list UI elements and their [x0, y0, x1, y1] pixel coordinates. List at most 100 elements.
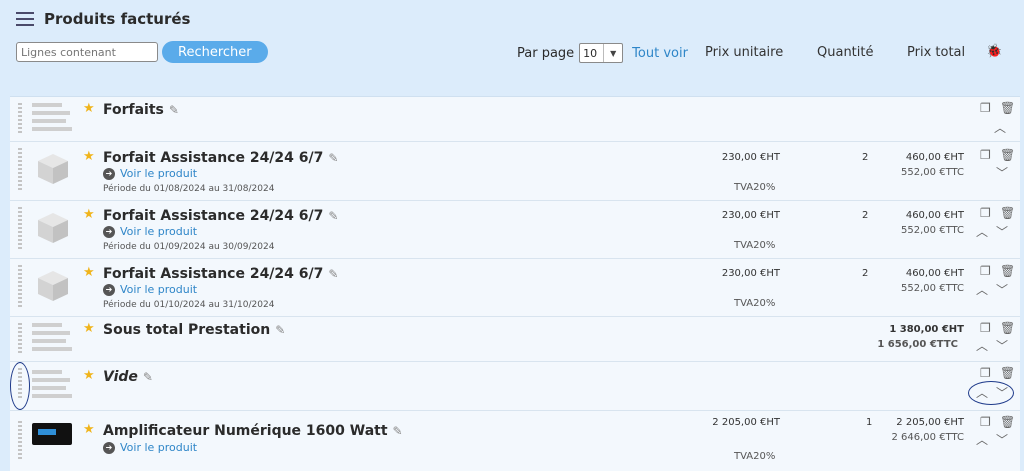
- period-text: Période du 01/08/2024 au 31/08/2024: [103, 184, 275, 194]
- tva-label: TVA20%: [734, 240, 776, 251]
- pencil-icon[interactable]: ✎: [275, 323, 285, 337]
- pencil-icon[interactable]: ✎: [393, 424, 403, 438]
- view-product-link[interactable]: ➔ Voir le produit: [103, 283, 197, 296]
- pencil-icon[interactable]: ✎: [169, 103, 179, 117]
- per-page-label: Par page: [517, 45, 575, 61]
- quantity[interactable]: 2: [862, 152, 868, 163]
- quantity[interactable]: 2: [862, 268, 868, 279]
- trash-icon[interactable]: 🗑: [1000, 206, 1015, 220]
- column-quantity[interactable]: Quantité: [817, 45, 873, 60]
- unit-price: 2 205,00 €HT: [712, 417, 780, 428]
- list-icon: [16, 12, 34, 26]
- chevron-down-icon[interactable]: ﹀: [996, 431, 1008, 448]
- view-product-link[interactable]: ➔ Voir le produit: [103, 225, 197, 238]
- table-row: ★ Forfait Assistance 24/24 6/7 ✎ ➔ Voir le…: [10, 201, 1020, 259]
- arrow-right-circle-icon: ➔: [103, 283, 115, 296]
- row-name[interactable]: Amplificateur Numérique 1600 Watt ✎: [103, 423, 403, 439]
- star-icon[interactable]: ★: [83, 321, 95, 336]
- star-icon[interactable]: ★: [83, 368, 95, 383]
- star-icon[interactable]: ★: [83, 101, 95, 116]
- star-icon[interactable]: ★: [83, 422, 95, 437]
- trash-icon[interactable]: 🗑: [1000, 264, 1015, 278]
- total-ttc: 1 656,00 €TTC: [877, 339, 958, 350]
- copy-icon[interactable]: ❐: [980, 366, 991, 380]
- table-row: ★ Amplificateur Numérique 1600 Watt ✎ ➔ Vo…: [10, 411, 1020, 469]
- see-all-link[interactable]: Tout voir: [632, 46, 688, 61]
- section-title-row: Produits facturés: [16, 10, 190, 28]
- pencil-icon[interactable]: ✎: [328, 209, 338, 223]
- drag-handle-highlight: [10, 362, 30, 410]
- copy-icon[interactable]: ❐: [980, 206, 991, 220]
- table-row: ★ Vide ✎ ❐ 🗑 ︿ ﹀: [10, 362, 1020, 411]
- total-ttc: 552,00 €TTC: [901, 283, 964, 294]
- unit-price: 230,00 €HT: [721, 210, 780, 221]
- copy-icon[interactable]: ❐: [980, 101, 991, 115]
- trash-icon[interactable]: 🗑: [1000, 415, 1015, 429]
- title-line-icon: [32, 103, 72, 135]
- pencil-icon[interactable]: ✎: [143, 370, 153, 384]
- chevron-up-icon[interactable]: ︿: [976, 281, 988, 298]
- empty-line-icon: [32, 370, 72, 402]
- tva-label: TVA20%: [734, 451, 776, 462]
- chevron-up-icon[interactable]: ︿: [976, 431, 988, 448]
- row-name[interactable]: Vide ✎: [103, 369, 153, 385]
- quantity[interactable]: 2: [862, 210, 868, 221]
- drag-handle[interactable]: [18, 265, 22, 309]
- total-ht: 460,00 €HT: [905, 152, 964, 163]
- drag-handle[interactable]: [18, 207, 22, 251]
- per-page-value: 10: [583, 46, 598, 60]
- chevron-up-icon[interactable]: ︿: [976, 223, 988, 240]
- search-input[interactable]: [16, 42, 158, 62]
- period-text: Période du 01/09/2024 au 30/09/2024: [103, 242, 275, 252]
- copy-icon[interactable]: ❐: [980, 148, 991, 162]
- trash-icon[interactable]: 🗑: [1000, 101, 1015, 115]
- star-icon[interactable]: ★: [83, 207, 95, 222]
- drag-handle[interactable]: [18, 148, 22, 192]
- row-name[interactable]: Sous total Prestation ✎: [103, 322, 285, 338]
- total-ht: 1 380,00 €HT: [889, 324, 964, 335]
- chevron-up-icon[interactable]: ︿: [994, 119, 1006, 136]
- chevron-down-icon[interactable]: ﹀: [996, 337, 1008, 354]
- star-icon[interactable]: ★: [83, 149, 95, 164]
- per-page-select[interactable]: 10 ▼: [579, 43, 624, 63]
- view-product-link[interactable]: ➔ Voir le produit: [103, 167, 197, 180]
- drag-handle[interactable]: [18, 421, 22, 461]
- bug-icon[interactable]: 🐞: [986, 44, 1002, 59]
- total-ht: 460,00 €HT: [905, 210, 964, 221]
- search-button[interactable]: Rechercher: [162, 41, 268, 63]
- trash-icon[interactable]: 🗑: [1000, 366, 1015, 380]
- arrow-right-circle-icon: ➔: [103, 167, 115, 180]
- invoice-lines: ★ Forfaits ✎ ❐ 🗑 ︿ ★ Forfait Assistance 2…: [10, 96, 1020, 471]
- tva-label: TVA20%: [734, 298, 776, 309]
- row-name[interactable]: Forfait Assistance 24/24 6/7 ✎: [103, 266, 338, 282]
- row-name[interactable]: Forfaits ✎: [103, 102, 179, 118]
- product-cube-icon: [38, 271, 68, 301]
- chevron-up-icon[interactable]: ︿: [976, 337, 988, 354]
- product-cube-icon: [38, 213, 68, 243]
- table-row: ★ Forfait Assistance 24/24 6/7 ✎ ➔ Voir le…: [10, 259, 1020, 317]
- copy-icon[interactable]: ❐: [980, 415, 991, 429]
- drag-handle[interactable]: [18, 323, 22, 355]
- pencil-icon[interactable]: ✎: [328, 151, 338, 165]
- chevron-down-icon[interactable]: ﹀: [996, 281, 1008, 298]
- trash-icon[interactable]: 🗑: [1000, 148, 1015, 162]
- chevron-down-icon[interactable]: ﹀: [996, 164, 1008, 181]
- drag-handle[interactable]: [18, 103, 22, 135]
- trash-icon[interactable]: 🗑: [1000, 321, 1015, 335]
- pencil-icon[interactable]: ✎: [328, 267, 338, 281]
- quantity[interactable]: 1: [866, 417, 872, 428]
- total-ttc: 552,00 €TTC: [901, 225, 964, 236]
- table-row: ★ Sous total Prestation ✎ 1 380,00 €HT 1 …: [10, 317, 1020, 362]
- view-product-link[interactable]: ➔ Voir le produit: [103, 441, 197, 454]
- row-name[interactable]: Forfait Assistance 24/24 6/7 ✎: [103, 208, 338, 224]
- copy-icon[interactable]: ❐: [980, 321, 991, 335]
- product-cube-icon: [38, 154, 68, 184]
- chevron-down-icon[interactable]: ﹀: [996, 223, 1008, 240]
- search-bar: Rechercher: [16, 41, 268, 63]
- row-name[interactable]: Forfait Assistance 24/24 6/7 ✎: [103, 150, 338, 166]
- column-unit-price[interactable]: Prix unitaire: [705, 45, 783, 60]
- star-icon[interactable]: ★: [83, 265, 95, 280]
- column-total[interactable]: Prix total: [907, 45, 965, 60]
- copy-icon[interactable]: ❐: [980, 264, 991, 278]
- unit-price: 230,00 €HT: [721, 268, 780, 279]
